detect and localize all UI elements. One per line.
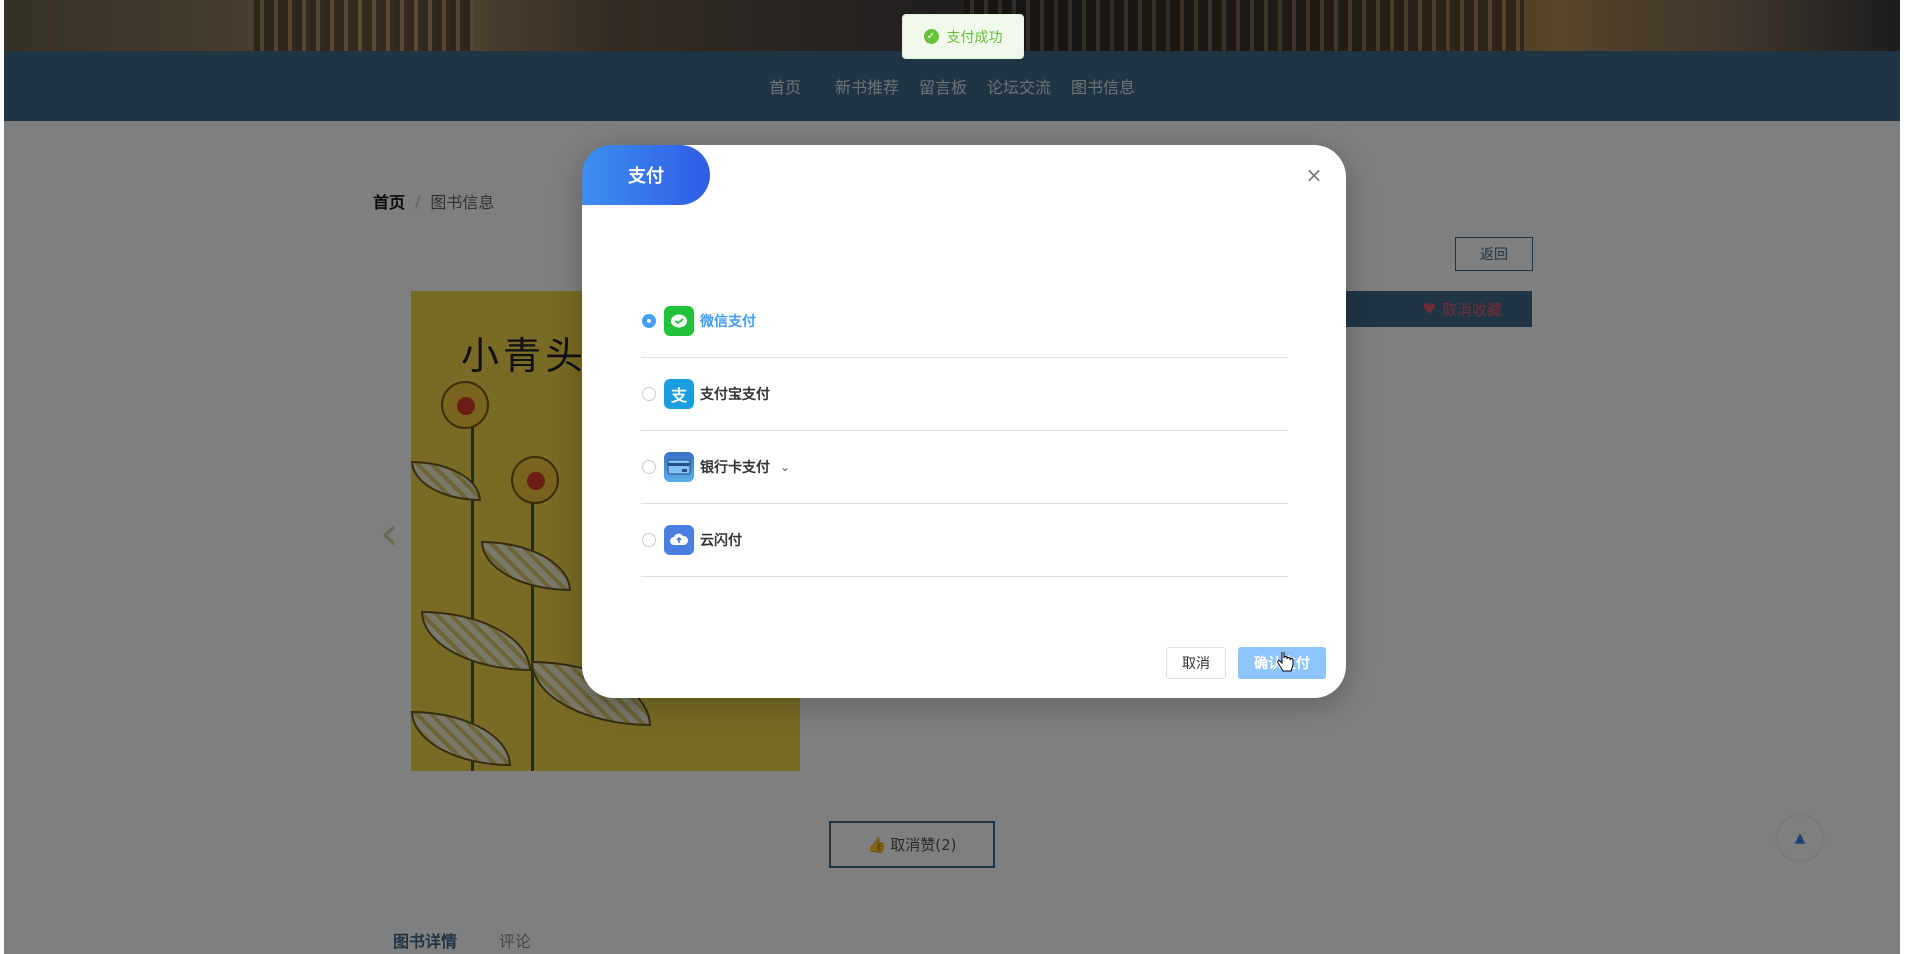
close-icon[interactable]: × bbox=[1304, 165, 1324, 185]
payment-label-unionpay: 云闪付 bbox=[700, 533, 742, 549]
check-circle-icon: ✓ bbox=[923, 29, 939, 44]
cancel-button[interactable]: 取消 bbox=[1166, 647, 1226, 679]
dialog-title: 支付 bbox=[582, 145, 710, 205]
chevron-down-icon[interactable]: ⌄ bbox=[780, 460, 790, 474]
payment-label-bank-card: 银行卡支付 bbox=[700, 460, 770, 476]
payment-option-bank-card[interactable]: 银行卡支付 ⌄ bbox=[641, 431, 1288, 504]
toast-message: 支付成功 bbox=[946, 29, 1003, 46]
success-toast: ✓ 支付成功 bbox=[902, 14, 1024, 59]
unionpay-cloud-icon bbox=[664, 525, 694, 555]
payment-option-unionpay[interactable]: 云闪付 bbox=[641, 504, 1288, 577]
payment-method-list: 微信支付 支 支付宝支付 银行卡支付 ⌄ 云闪付 bbox=[641, 285, 1288, 577]
hand-cursor-icon bbox=[1277, 652, 1294, 672]
wechat-icon bbox=[664, 306, 694, 336]
payment-label-wechat: 微信支付 bbox=[700, 314, 756, 330]
radio-alipay[interactable] bbox=[642, 387, 656, 401]
radio-unionpay[interactable] bbox=[642, 533, 656, 547]
payment-label-alipay: 支付宝支付 bbox=[700, 387, 770, 403]
app-frame: 首页 新书推荐 留言板 论坛交流 图书信息 首页 / 图书信息 返回 ♥ 取消收… bbox=[4, 0, 1900, 954]
bank-card-icon bbox=[664, 452, 694, 482]
payment-option-wechat[interactable]: 微信支付 bbox=[641, 285, 1288, 358]
radio-wechat[interactable] bbox=[642, 314, 656, 328]
alipay-icon: 支 bbox=[664, 379, 694, 409]
payment-dialog: 支付 × 微信支付 支 支付宝支付 银行卡支付 ⌄ 云闪付 取消 bbox=[582, 145, 1346, 698]
payment-option-alipay[interactable]: 支 支付宝支付 bbox=[641, 358, 1288, 431]
radio-bank-card[interactable] bbox=[642, 460, 656, 474]
